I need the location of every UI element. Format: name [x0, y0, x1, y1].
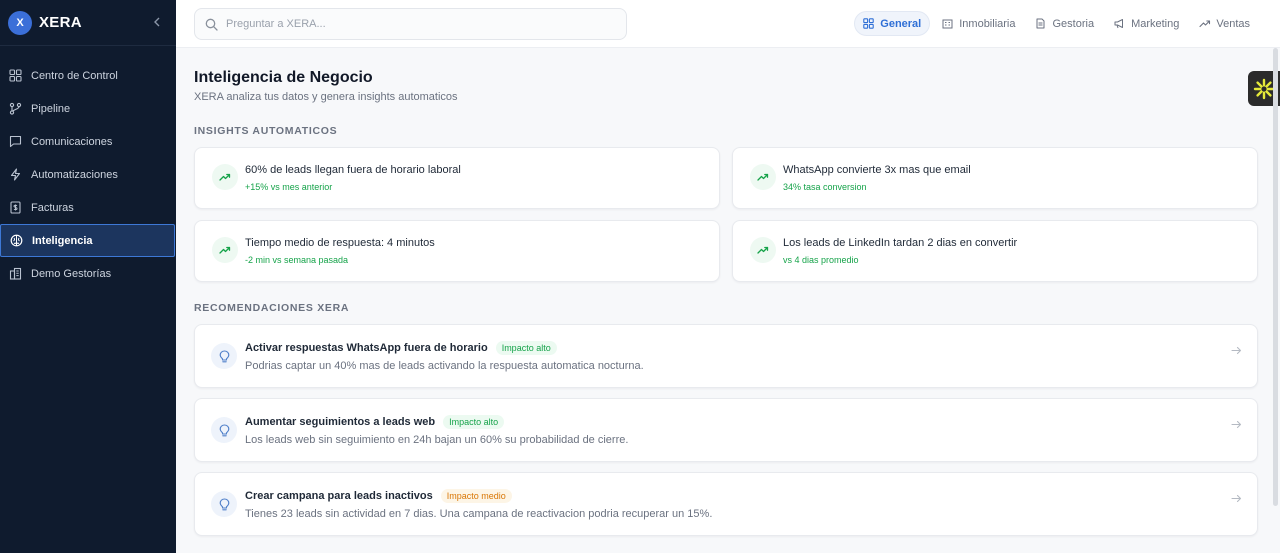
- sidebar-item-demo-gestorias[interactable]: Demo Gestorías: [0, 257, 176, 290]
- impact-badge: Impacto alto: [443, 415, 505, 429]
- sidebar-item-label: Comunicaciones: [31, 135, 113, 148]
- recommendation-title-row: Activar respuestas WhatsApp fuera de hor…: [245, 341, 557, 355]
- search-icon: [205, 18, 218, 31]
- insight-card: WhatsApp convierte 3x mas que email 34% …: [732, 147, 1258, 209]
- sidebar-item-centro-de-control[interactable]: Centro de Control: [0, 59, 176, 92]
- recommendation-description: Tienes 23 leads sin actividad en 7 dias.…: [245, 508, 713, 520]
- tab-label: Ventas: [1216, 17, 1250, 30]
- recommendation-title: Aumentar seguimientos a leads web: [245, 416, 436, 428]
- recommendation-title-row: Aumentar seguimientos a leads web Impact…: [245, 415, 505, 429]
- recommendation-card[interactable]: Crear campana para leads inactivos Impac…: [194, 472, 1258, 536]
- sidebar-item-automatizaciones[interactable]: Automatizaciones: [0, 158, 176, 191]
- impact-badge: Impacto medio: [440, 489, 512, 503]
- tab-gestoria[interactable]: Gestoria: [1027, 11, 1102, 36]
- document-icon: [1035, 18, 1047, 30]
- brain-icon: [9, 234, 23, 248]
- trend-up-icon: [750, 164, 776, 190]
- tab-ventas[interactable]: Ventas: [1191, 11, 1258, 36]
- page-title: Inteligencia de Negocio: [194, 69, 373, 86]
- insight-card: Tiempo medio de respuesta: 4 minutos -2 …: [194, 220, 720, 282]
- sidebar-item-pipeline[interactable]: Pipeline: [0, 92, 176, 125]
- insights-section-label: INSIGHTS AUTOMATICOS: [194, 125, 338, 137]
- building-icon: [942, 18, 954, 30]
- sidebar-item-inteligencia[interactable]: Inteligencia: [0, 224, 175, 257]
- sparkle-icon: [1253, 78, 1275, 99]
- insight-title: 60% de leads llegan fuera de horario lab…: [245, 164, 461, 176]
- scrollbar[interactable]: [1273, 48, 1278, 506]
- megaphone-icon: [1114, 18, 1126, 30]
- insight-card: 60% de leads llegan fuera de horario lab…: [194, 147, 720, 209]
- sidebar-item-label: Inteligencia: [32, 234, 93, 247]
- lightbulb-icon: [211, 491, 237, 517]
- grid-icon: [8, 69, 22, 83]
- grid-icon: [863, 18, 875, 30]
- sidebar-nav: Centro de Control Pipeline Comunicacione…: [0, 59, 176, 290]
- tab-label: Inmobiliaria: [959, 17, 1016, 30]
- tab-label: Marketing: [1131, 17, 1180, 30]
- trend-up-icon: [212, 164, 238, 190]
- tab-label: Gestoria: [1052, 17, 1095, 30]
- lightning-icon: [8, 168, 22, 182]
- sidebar-item-facturas[interactable]: Facturas: [0, 191, 176, 224]
- insight-card: Los leads de LinkedIn tardan 2 dias en c…: [732, 220, 1258, 282]
- tab-label: General: [880, 17, 922, 30]
- insight-title: WhatsApp convierte 3x mas que email: [783, 164, 971, 176]
- arrow-right-icon[interactable]: [1229, 417, 1243, 431]
- app-name: XERA: [39, 14, 82, 31]
- sidebar-item-label: Demo Gestorías: [31, 267, 112, 280]
- insight-title: Tiempo medio de respuesta: 4 minutos: [245, 237, 435, 249]
- tab-general[interactable]: General: [854, 11, 931, 36]
- sidebar-item-label: Automatizaciones: [31, 168, 118, 181]
- arrow-right-icon[interactable]: [1229, 343, 1243, 357]
- building-icon: [8, 267, 22, 281]
- recommendation-card[interactable]: Activar respuestas WhatsApp fuera de hor…: [194, 324, 1258, 388]
- chat-icon: [8, 135, 22, 149]
- insight-meta: 34% tasa conversion: [783, 182, 867, 192]
- insight-meta: -2 min vs semana pasada: [245, 255, 349, 265]
- lightbulb-icon: [211, 417, 237, 443]
- trend-up-icon: [750, 237, 776, 263]
- page-subtitle: XERA analiza tus datos y genera insights…: [194, 91, 458, 103]
- recommendation-title-row: Crear campana para leads inactivos Impac…: [245, 489, 512, 503]
- chevron-left-icon: [154, 17, 160, 27]
- invoice-icon: [8, 201, 22, 215]
- recommendation-title: Activar respuestas WhatsApp fuera de hor…: [245, 342, 488, 354]
- sidebar: X XERA Centro de Control Pipeline Comuni…: [0, 0, 176, 553]
- search-box[interactable]: [194, 8, 627, 40]
- tab-inmobiliaria[interactable]: Inmobiliaria: [934, 11, 1023, 36]
- lightbulb-icon: [211, 343, 237, 369]
- app-logo: X: [8, 10, 32, 35]
- recommendation-title: Crear campana para leads inactivos: [245, 490, 433, 502]
- insight-meta: +15% vs mes anterior: [245, 182, 333, 192]
- recommendation-description: Podrias captar un 40% mas de leads activ…: [245, 360, 644, 372]
- sidebar-item-label: Centro de Control: [31, 69, 118, 82]
- recommendation-description: Los leads web sin seguimiento en 24h baj…: [245, 434, 629, 446]
- search-input[interactable]: [226, 18, 606, 30]
- impact-badge: Impacto alto: [495, 341, 557, 355]
- sidebar-item-label: Facturas: [31, 201, 74, 214]
- insight-title: Los leads de LinkedIn tardan 2 dias en c…: [783, 237, 1018, 249]
- sidebar-item-label: Pipeline: [31, 102, 71, 115]
- recommendations-section-label: RECOMENDACIONES XERA: [194, 302, 350, 314]
- trend-up-icon: [1199, 18, 1211, 30]
- insight-meta: vs 4 dias promedio: [783, 255, 859, 265]
- sidebar-item-comunicaciones[interactable]: Comunicaciones: [0, 125, 176, 158]
- brand: X XERA: [0, 0, 176, 46]
- trend-up-icon: [212, 237, 238, 263]
- collapse-sidebar-button[interactable]: [150, 14, 164, 30]
- topbar: General Inmobiliaria Gestoria Marketing …: [176, 0, 1280, 48]
- git-branch-icon: [8, 102, 22, 116]
- recommendation-card[interactable]: Aumentar seguimientos a leads web Impact…: [194, 398, 1258, 462]
- tab-marketing[interactable]: Marketing: [1106, 11, 1187, 36]
- category-tabs: General Inmobiliaria Gestoria Marketing …: [854, 11, 1258, 36]
- arrow-right-icon[interactable]: [1229, 491, 1243, 505]
